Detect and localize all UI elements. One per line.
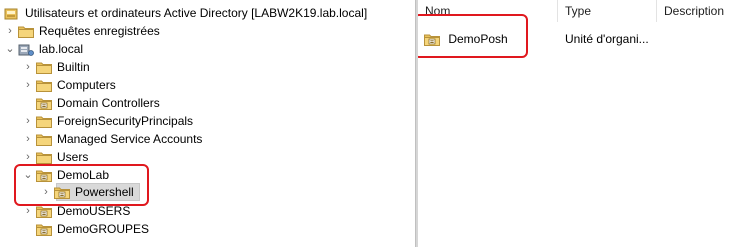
tree-item-label: Managed Service Accounts [57,132,203,146]
folder-icon [36,79,52,92]
column-header-type[interactable]: Type [558,0,656,22]
tree-item-label: lab.local [39,42,84,56]
list-item-type: Unité d'organi... [565,32,649,46]
tree-root[interactable]: Utilisateurs et ordinateurs Active Direc… [4,4,367,22]
tree-item-domain-controllers[interactable]: Domain Controllers [22,94,160,112]
ou-folder-icon [36,97,52,110]
list-pane: Nom Type Description DemoPosh Unité d'or… [418,0,743,247]
chevron-right-icon[interactable]: › [4,22,16,40]
tree-root-label: Utilisateurs et ordinateurs Active Direc… [25,6,368,20]
tree-item-label: Requêtes enregistrées [39,24,160,38]
ou-folder-icon [36,223,52,236]
annotation-highlight-box [14,164,149,206]
column-header-description[interactable]: Description [657,0,743,22]
domain-icon [18,43,34,56]
chevron-down-icon[interactable]: ⌄ [4,40,16,58]
tree-item-label: Domain Controllers [57,96,160,110]
ad-console-icon [4,7,20,20]
chevron-right-icon[interactable]: › [22,58,34,76]
chevron-right-icon[interactable]: › [22,112,34,130]
tree-item-foreign-security-principals[interactable]: › ForeignSecurityPrincipals [22,112,193,130]
tree-item-label: Computers [57,78,116,92]
chevron-right-icon[interactable]: › [22,130,34,148]
tree-item-label: DemoGROUPES [57,222,150,236]
chevron-right-icon[interactable]: › [22,76,34,94]
ou-folder-icon [36,205,52,218]
tree-item-label: Builtin [57,60,90,74]
tree-item-saved-queries[interactable]: › Requêtes enregistrées [4,22,160,40]
folder-icon [36,115,52,128]
folder-icon [18,25,34,38]
tree-pane: Utilisateurs et ordinateurs Active Direc… [0,0,415,247]
folder-icon [36,151,52,164]
tree-item-computers[interactable]: › Computers [22,76,116,94]
tree-item-builtin[interactable]: › Builtin [22,58,90,76]
tree-item-domain[interactable]: ⌄ lab.local [4,40,83,58]
tree-item-managed-service-accounts[interactable]: › Managed Service Accounts [22,130,202,148]
folder-icon [36,61,52,74]
tree-item-demogroupes[interactable]: DemoGROUPES [22,220,149,238]
folder-icon [36,133,52,146]
annotation-highlight-box [418,14,528,58]
tree-item-label: ForeignSecurityPrincipals [57,114,194,128]
